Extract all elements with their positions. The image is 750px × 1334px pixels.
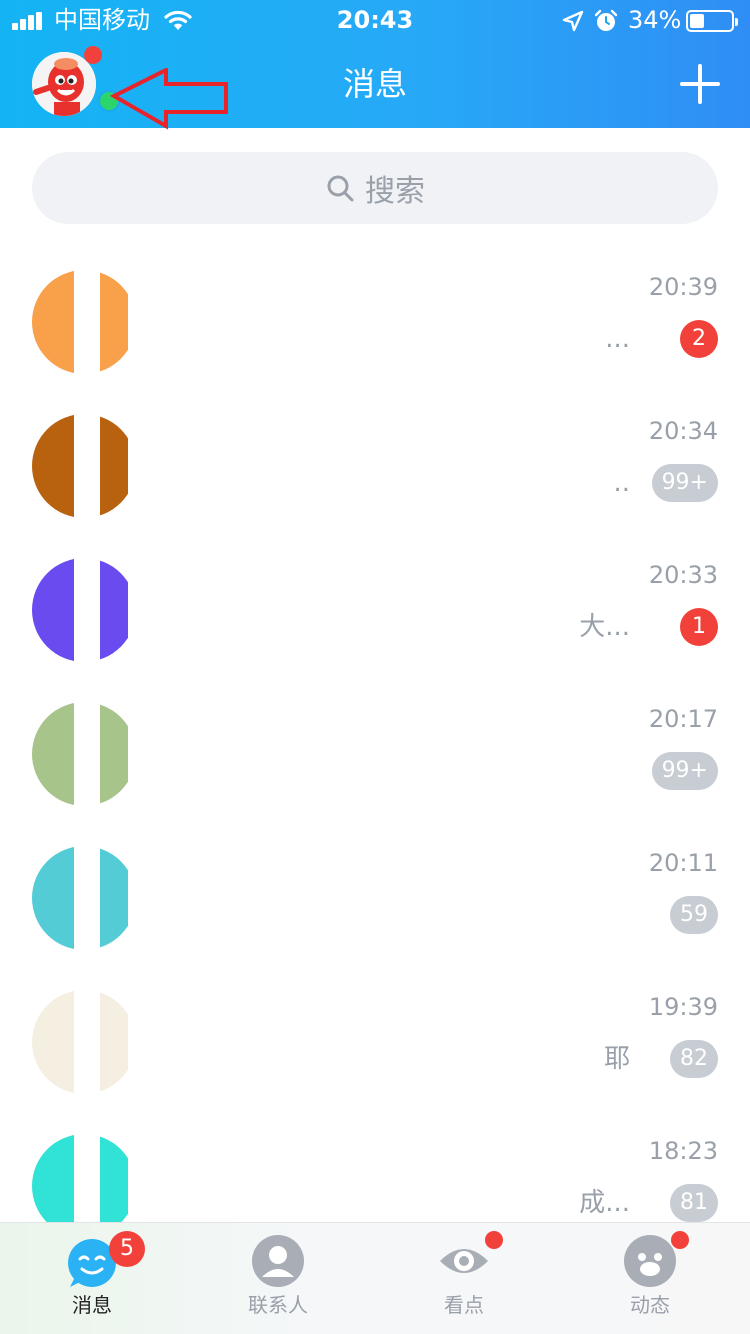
page-title: 消息: [342, 65, 407, 103]
tab-kandian[interactable]: 看点: [389, 1223, 539, 1334]
conversation-avatar: [32, 558, 128, 662]
conversation-row[interactable]: 20:17 99+: [0, 678, 750, 822]
status-bar: 中国移动 20:43 34%: [0, 0, 750, 40]
unread-badge: 99+: [651, 464, 718, 502]
unread-badge: 81: [670, 1184, 718, 1222]
tab-label: 联系人: [248, 1293, 308, 1317]
unread-badge: 82: [670, 1040, 718, 1078]
conversation-avatar: [32, 702, 128, 806]
conversation-row[interactable]: 20:34.. 99+: [0, 390, 750, 534]
tab-bar: 5 消息 联系人 看点 动态: [0, 1222, 750, 1334]
search-icon: [327, 175, 354, 202]
conversation-avatar: [32, 270, 128, 374]
tab-trends[interactable]: 动态: [575, 1223, 725, 1334]
conversation-row[interactable]: 20:39... 2: [0, 246, 750, 390]
search-bar[interactable]: 搜索: [32, 152, 718, 224]
tab-contacts[interactable]: 联系人: [203, 1223, 353, 1334]
conversation-row[interactable]: 20:33 大... 1: [0, 534, 750, 678]
plus-icon[interactable]: [680, 64, 720, 104]
conversation-snippet: ...: [605, 324, 630, 354]
contacts-icon: [252, 1235, 304, 1287]
tab-label: 动态: [630, 1293, 670, 1317]
eye-icon: [440, 1249, 488, 1273]
battery-percent: 34%: [628, 6, 682, 34]
conversation-time: 20:33: [648, 561, 718, 589]
top-bar: 中国移动 20:43 34% 消息: [0, 0, 750, 130]
tab-trends-dot: [671, 1231, 689, 1249]
location-icon: [562, 10, 584, 32]
battery-icon: [686, 10, 738, 32]
conversation-row[interactable]: 19:39 耶 82: [0, 966, 750, 1110]
conversation-time: 18:23: [648, 1137, 718, 1165]
tab-messages[interactable]: 5 消息: [17, 1223, 167, 1334]
tab-kandian-dot: [485, 1231, 503, 1249]
conversation-avatar: [32, 990, 128, 1094]
conversation-time: 19:39: [648, 993, 718, 1021]
conversation-snippet: 耶: [603, 1044, 630, 1074]
unread-badge: 59: [670, 896, 718, 934]
conversation-time: 20:17: [648, 705, 718, 733]
tab-messages-badge: 5: [109, 1231, 145, 1267]
unread-badge: 1: [680, 608, 718, 646]
conversation-time: 20:39: [648, 273, 718, 301]
conversation-snippet: 大...: [579, 612, 630, 642]
conversation-snippet: ..: [613, 468, 630, 498]
unread-badge: 2: [680, 320, 718, 358]
alarm-icon: [594, 9, 618, 31]
conversation-row[interactable]: 20:11 59: [0, 822, 750, 966]
conversation-time: 20:34: [648, 417, 718, 445]
conversation-time: 20:11: [648, 849, 718, 877]
tab-label: 看点: [444, 1293, 484, 1317]
search-placeholder: 搜索: [365, 174, 425, 209]
tab-label: 消息: [72, 1293, 112, 1317]
trends-icon: [624, 1235, 676, 1287]
unread-badge: 99+: [651, 752, 718, 790]
conversation-avatar: [32, 414, 128, 518]
conversation-snippet: 成...: [579, 1188, 630, 1218]
conversation-avatar: [32, 846, 128, 950]
